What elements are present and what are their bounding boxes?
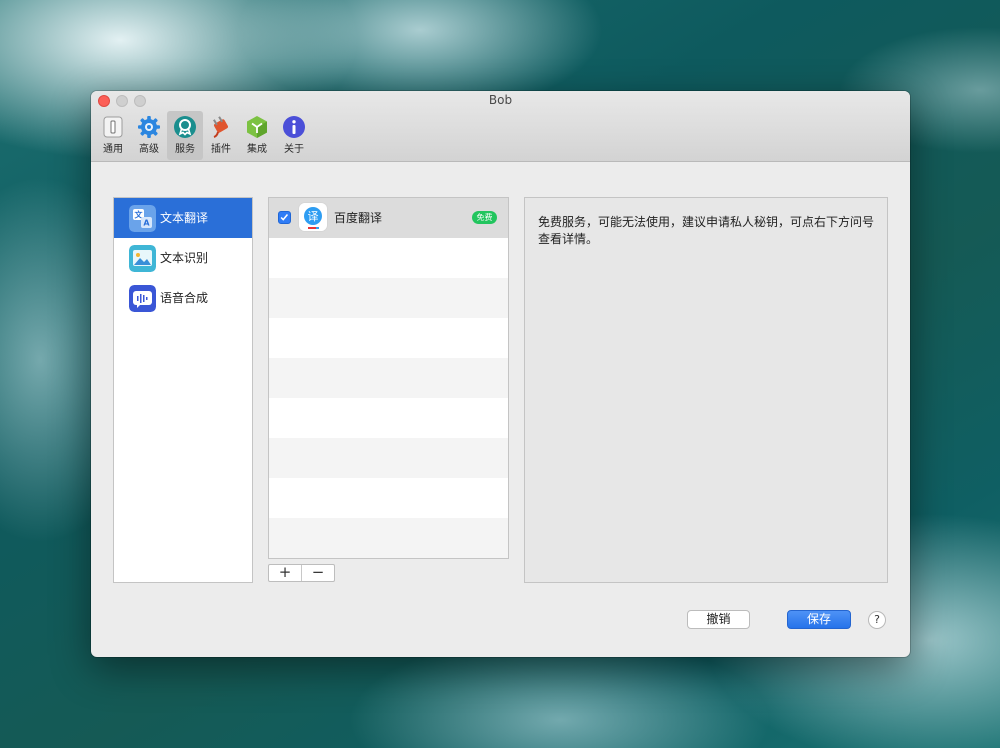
baidu-translate-icon: 译 [299, 203, 327, 231]
toolbar-about[interactable]: 关于 [276, 111, 312, 160]
sidebar-item-text-recognition[interactable]: 文本识别 [114, 238, 252, 278]
toolbar-plugins[interactable]: 插件 [203, 111, 239, 160]
service-enabled-checkbox[interactable] [278, 211, 291, 224]
toolbar-label: 关于 [284, 144, 304, 155]
service-detail-text: 免费服务，可能无法使用，建议申请私人秘钥，可点右下方问号查看详情。 [538, 215, 875, 246]
badge-icon [174, 116, 196, 138]
toolbar-services[interactable]: 服务 [167, 111, 203, 160]
service-detail-panel: 免费服务，可能无法使用，建议申请私人秘钥，可点右下方问号查看详情。 [524, 197, 888, 583]
toolbar-label: 集成 [247, 144, 267, 155]
list-item [269, 478, 508, 518]
remove-service-button[interactable]: − [302, 565, 334, 581]
list-item [269, 358, 508, 398]
cancel-button[interactable]: 撤销 [687, 610, 750, 629]
sidebar-item-text-translation[interactable]: 文 A 文本翻译 [114, 198, 252, 238]
service-name: 百度翻译 [334, 211, 383, 225]
translate-icon: 文 A [129, 205, 156, 232]
title-bar: Bob 通用 高级 服务 插件 集成 关于 [91, 91, 910, 162]
service-row-baidu-translate[interactable]: 译 百度翻译 免费 [269, 198, 508, 238]
sidebar-item-label: 文本识别 [160, 251, 209, 265]
toolbar-label: 插件 [211, 144, 231, 155]
gear-icon [138, 116, 160, 138]
free-badge: 免费 [472, 211, 497, 224]
toolbar-general[interactable]: 通用 [95, 111, 131, 160]
list-item [269, 278, 508, 318]
info-icon [283, 116, 305, 138]
image-recognition-icon [129, 245, 156, 272]
sidebar-item-speech-synthesis[interactable]: 语音合成 [114, 278, 252, 318]
list-item [269, 518, 508, 558]
svg-text:译: 译 [308, 210, 319, 223]
cube-icon [247, 116, 267, 138]
add-remove-control: + − [268, 564, 335, 582]
svg-text:A: A [143, 219, 150, 228]
add-service-button[interactable]: + [269, 565, 301, 581]
sidebar-item-label: 语音合成 [160, 291, 209, 305]
toolbar-advanced[interactable]: 高级 [131, 111, 167, 160]
toolbar-label: 高级 [139, 144, 159, 155]
list-item [269, 238, 508, 278]
sidebar-item-label: 文本翻译 [160, 211, 209, 225]
toolbar-label: 通用 [103, 144, 123, 155]
list-item [269, 438, 508, 478]
list-item [269, 318, 508, 358]
services-pane: 文 A 文本翻译 文本识别 语音合成 译 百度翻译 免费 + − 免费服务，可能… [91, 162, 910, 657]
save-button[interactable]: 保存 [787, 610, 851, 629]
window-title: Bob [488, 93, 513, 107]
list-item [269, 398, 508, 438]
checkmark-icon [280, 214, 289, 221]
service-category-list: 文 A 文本翻译 文本识别 语音合成 [113, 197, 253, 583]
toolbar-integrations[interactable]: 集成 [239, 111, 275, 160]
translation-service-list: 译 百度翻译 免费 [268, 197, 509, 559]
toolbar-label: 服务 [175, 144, 195, 155]
preferences-window: Bob 通用 高级 服务 插件 集成 关于 文 A 文本翻译 文本识别 语音合成… [91, 91, 910, 657]
speech-synthesis-icon [129, 285, 156, 312]
switch-icon [103, 116, 123, 138]
plug-icon [213, 116, 228, 138]
help-button[interactable]: ? [868, 611, 886, 629]
